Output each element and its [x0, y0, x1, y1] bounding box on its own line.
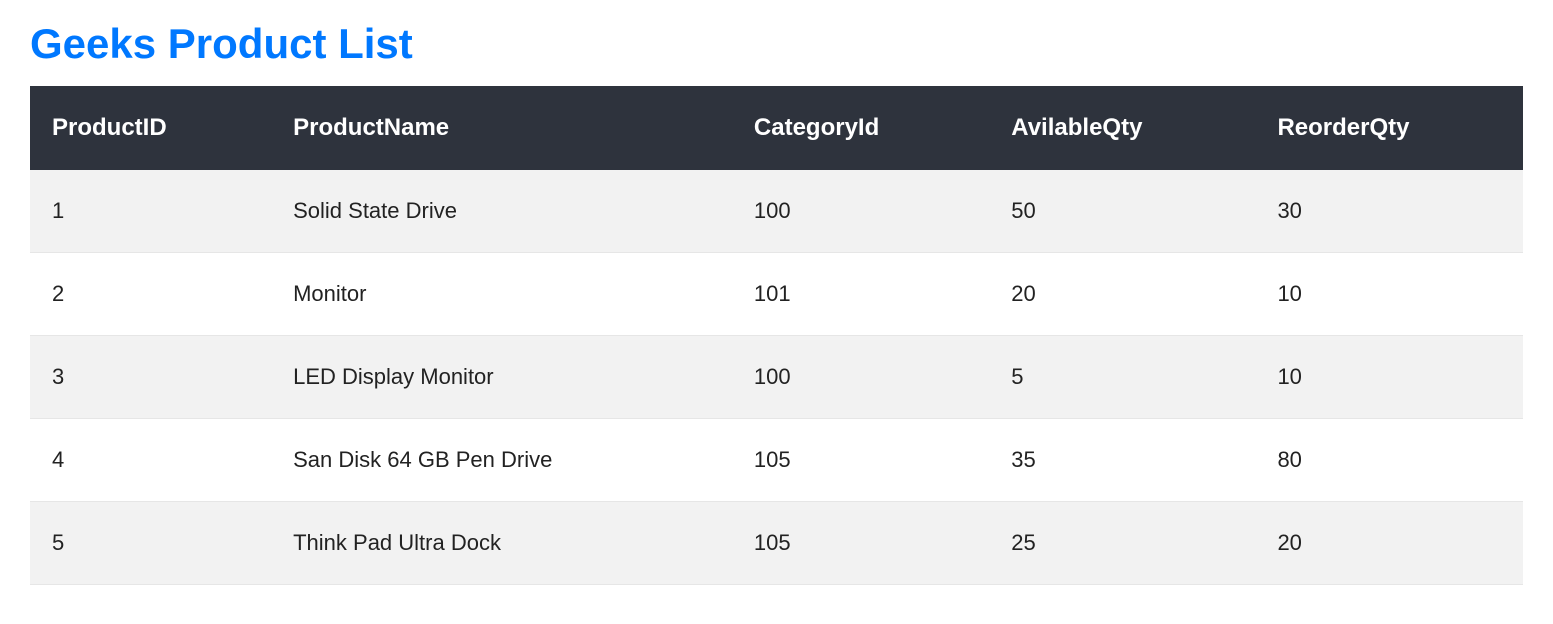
table-header-row: ProductID ProductName CategoryId Avilabl…: [30, 86, 1523, 170]
cell-avilableqty: 20: [989, 253, 1255, 336]
cell-categoryid: 105: [732, 502, 989, 585]
cell-productname: Think Pad Ultra Dock: [271, 502, 732, 585]
cell-productname: Monitor: [271, 253, 732, 336]
cell-productid: 4: [30, 419, 271, 502]
cell-productid: 1: [30, 170, 271, 253]
cell-categoryid: 105: [732, 419, 989, 502]
cell-avilableqty: 35: [989, 419, 1255, 502]
cell-productid: 5: [30, 502, 271, 585]
cell-categoryid: 100: [732, 170, 989, 253]
cell-productid: 3: [30, 336, 271, 419]
table-row: 5 Think Pad Ultra Dock 105 25 20: [30, 502, 1523, 585]
cell-productname: Solid State Drive: [271, 170, 732, 253]
cell-avilableqty: 25: [989, 502, 1255, 585]
cell-productname: LED Display Monitor: [271, 336, 732, 419]
col-categoryid: CategoryId: [732, 86, 989, 170]
col-avilableqty: AvilableQty: [989, 86, 1255, 170]
cell-reorderqty: 30: [1255, 170, 1523, 253]
cell-avilableqty: 50: [989, 170, 1255, 253]
table-row: 3 LED Display Monitor 100 5 10: [30, 336, 1523, 419]
col-productname: ProductName: [271, 86, 732, 170]
table-row: 2 Monitor 101 20 10: [30, 253, 1523, 336]
col-reorderqty: ReorderQty: [1255, 86, 1523, 170]
cell-reorderqty: 20: [1255, 502, 1523, 585]
product-table: ProductID ProductName CategoryId Avilabl…: [30, 86, 1523, 585]
cell-categoryid: 101: [732, 253, 989, 336]
table-row: 1 Solid State Drive 100 50 30: [30, 170, 1523, 253]
page-title: Geeks Product List: [30, 20, 1523, 68]
cell-productname: San Disk 64 GB Pen Drive: [271, 419, 732, 502]
cell-avilableqty: 5: [989, 336, 1255, 419]
cell-categoryid: 100: [732, 336, 989, 419]
cell-reorderqty: 80: [1255, 419, 1523, 502]
cell-reorderqty: 10: [1255, 336, 1523, 419]
cell-productid: 2: [30, 253, 271, 336]
col-productid: ProductID: [30, 86, 271, 170]
cell-reorderqty: 10: [1255, 253, 1523, 336]
table-row: 4 San Disk 64 GB Pen Drive 105 35 80: [30, 419, 1523, 502]
